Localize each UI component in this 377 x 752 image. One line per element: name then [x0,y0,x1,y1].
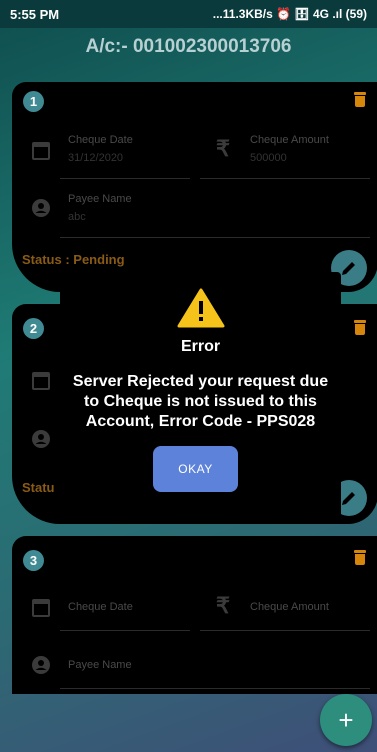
add-fab-button[interactable]: + [320,694,372,746]
calendar-icon [32,599,50,617]
person-icon [32,430,50,448]
pencil-icon [342,262,355,275]
divider [60,178,190,179]
cheque-amount-label: Cheque Amount [250,601,329,613]
divider [60,630,190,631]
pencil-icon [342,492,355,505]
status-bar: 5:55 PM ...11.3KB/s ⏰ 🗄 4G .ıl (59) [0,0,377,28]
trash-icon[interactable] [354,92,366,107]
divider [200,178,370,179]
person-icon [32,199,50,217]
account-title: A/c:- 001002300013706 [85,36,292,57]
cheque-amount-value: 500000 [250,152,287,164]
status-text: Statu [22,480,55,495]
divider [60,237,370,238]
payee-label: Payee Name [68,659,132,671]
status-text: Status : Pending [22,252,125,267]
cheque-date-label: Cheque Date [68,134,133,146]
status-indicators: ...11.3KB/s ⏰ 🗄 4G .ıl (59) [212,7,367,21]
error-dialog: Error Server Rejected your request due t… [60,272,341,522]
rupee-icon: ₹ [216,593,230,618]
warning-icon [177,288,225,328]
cheque-amount-label: Cheque Amount [250,134,329,146]
trash-icon[interactable] [354,550,366,565]
calendar-icon [32,142,50,160]
dialog-title: Error [180,338,221,355]
calendar-icon [32,372,50,390]
cheque-date-value: 31/12/2020 [68,152,124,164]
payee-value: abc [68,211,86,223]
divider [200,630,370,631]
trash-icon[interactable] [354,320,366,335]
rupee-icon: ₹ [216,136,230,161]
cheque-card-1: 1 Cheque Date 31/12/2020 ₹ Cheque Amount… [12,82,377,292]
payee-label: Payee Name [68,193,132,205]
divider [60,688,370,689]
person-icon [32,656,50,674]
card-number: 1 [23,91,44,112]
cheque-date-label: Cheque Date [68,601,133,613]
card-number: 3 [23,550,44,571]
okay-button[interactable]: OKAY [153,446,238,492]
dialog-message: Server Rejected your request due to Cheq… [72,373,329,430]
status-time: 5:55 PM [10,6,60,22]
card-number: 2 [23,318,44,339]
cheque-card-3: 3 Cheque Date ₹ Cheque Amount Payee Name [12,536,377,694]
